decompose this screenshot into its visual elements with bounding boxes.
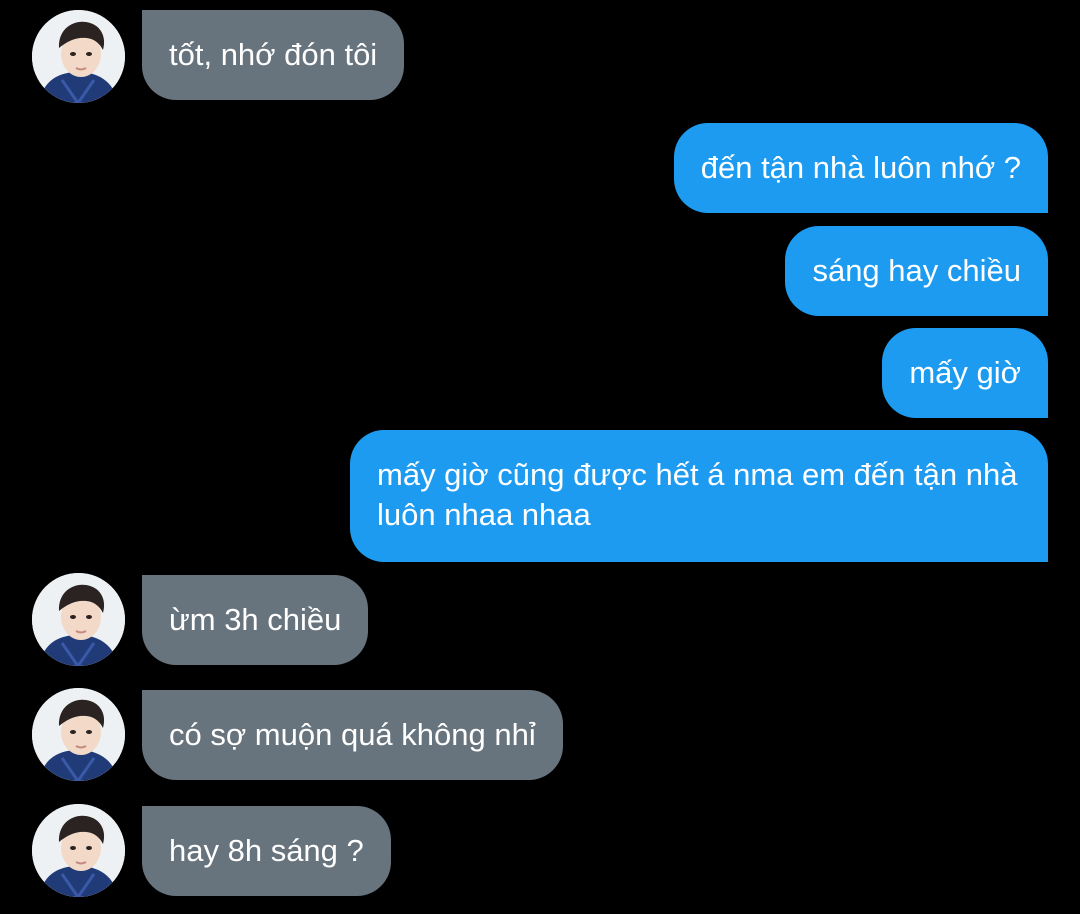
message-bubble-outgoing[interactable]: mấy giờ bbox=[882, 328, 1048, 418]
message-bubble-outgoing[interactable]: đến tận nhà luôn nhớ ? bbox=[673, 123, 1048, 213]
message-bubble-incoming[interactable]: có sợ muộn quá không nhỉ bbox=[142, 690, 563, 780]
message-bubble-outgoing[interactable]: sáng hay chiều bbox=[785, 226, 1048, 316]
chat-thread: tốt, nhớ đón tôi đến tận nhà luôn nhớ ? … bbox=[0, 0, 1080, 914]
message-bubble-outgoing[interactable]: mấy giờ cũng được hết á nma em đến tận n… bbox=[350, 430, 1048, 562]
message-bubble-incoming[interactable]: ừm 3h chiều bbox=[142, 575, 369, 665]
contact-avatar[interactable] bbox=[32, 573, 125, 666]
message-bubble-incoming[interactable]: hay 8h sáng ? bbox=[142, 806, 391, 896]
avatar-photo-icon bbox=[32, 688, 125, 781]
contact-avatar[interactable] bbox=[32, 10, 125, 103]
avatar-photo-icon bbox=[32, 10, 125, 103]
avatar-photo-icon bbox=[32, 804, 125, 897]
contact-avatar[interactable] bbox=[32, 688, 125, 781]
contact-avatar[interactable] bbox=[32, 804, 125, 897]
avatar-photo-icon bbox=[32, 573, 125, 666]
message-bubble-incoming[interactable]: tốt, nhớ đón tôi bbox=[142, 10, 405, 100]
